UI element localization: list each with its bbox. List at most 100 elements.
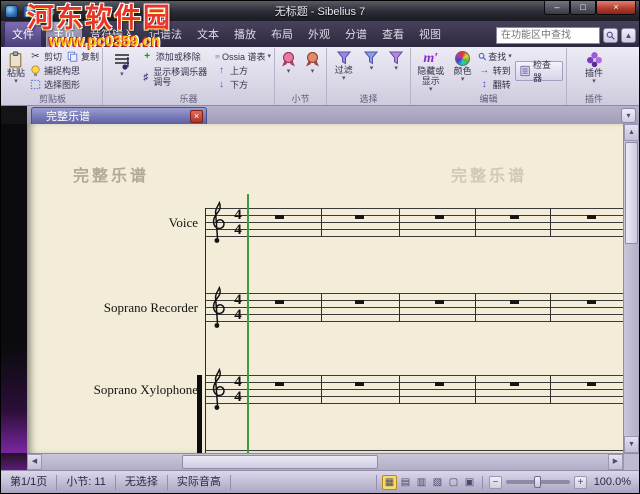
close-button[interactable]: × (596, 1, 636, 15)
barline[interactable] (550, 293, 551, 322)
status-pitch[interactable]: 实际音高 (168, 474, 231, 490)
advanced-filter-button[interactable]: ▾ (361, 49, 383, 93)
tab-close-icon[interactable]: × (190, 109, 203, 123)
ossia-staff-button[interactable]: Ossia 谱表 ▾ (215, 50, 271, 63)
view-mode-button[interactable]: ▤ (398, 475, 413, 490)
app-icon[interactable] (5, 4, 18, 18)
tab-text[interactable]: 文本 (190, 22, 226, 47)
barline[interactable] (399, 208, 400, 237)
whole-rest[interactable] (510, 215, 519, 219)
minimize-button[interactable]: – (544, 1, 570, 15)
flip-button[interactable]: ↕ 翻转 (478, 78, 512, 91)
tab-notations[interactable]: 记谱法 (142, 22, 189, 47)
delete-bar-button[interactable]: ▾ (302, 49, 323, 93)
view-mode-button[interactable]: ▣ (462, 475, 477, 490)
tab-view[interactable]: 视图 (412, 22, 448, 47)
staff-partial[interactable] (205, 450, 623, 453)
tab-review[interactable]: 查看 (375, 22, 411, 47)
barline[interactable] (321, 208, 322, 237)
horizontal-scrollbar[interactable]: ◀ ▶ (27, 453, 623, 470)
view-mode-button[interactable]: ▧ (430, 475, 445, 490)
time-signature[interactable]: 4 4 (232, 208, 244, 237)
staff-soprano-xylophone[interactable]: 4 4 (205, 367, 623, 410)
save-icon[interactable] (22, 4, 37, 19)
view-mode-button[interactable]: ▥ (414, 475, 429, 490)
barline[interactable] (475, 293, 476, 322)
whole-rest[interactable] (355, 300, 364, 304)
document-tab-full-score[interactable]: 完整乐谱 × (31, 107, 207, 124)
whole-rest[interactable] (275, 300, 284, 304)
select-graphic-button[interactable]: 选择图形 (29, 78, 99, 91)
whole-rest[interactable] (435, 382, 444, 386)
tab-file[interactable]: 文件 (4, 21, 42, 47)
tab-parts[interactable]: 分谱 (338, 22, 374, 47)
whole-rest[interactable] (355, 382, 364, 386)
whole-rest[interactable] (275, 382, 284, 386)
whole-rest[interactable] (435, 300, 444, 304)
whole-rest[interactable] (587, 215, 596, 219)
time-signature[interactable]: 4 4 (232, 293, 244, 322)
ossia-below-button[interactable]: ↓ 下方 (215, 78, 271, 91)
barline[interactable] (475, 375, 476, 404)
add-remove-instruments-button[interactable]: + 添加或移除 (141, 50, 212, 63)
whole-rest[interactable] (275, 215, 284, 219)
staff-soprano-recorder[interactable]: 4 4 (205, 285, 623, 328)
whole-rest[interactable] (510, 382, 519, 386)
time-signature[interactable]: 4 4 (232, 375, 244, 404)
ossia-above-button[interactable]: ↑ 上方 (215, 64, 271, 77)
find-button[interactable]: 查找 ▾ (478, 50, 512, 63)
capture-idea-button[interactable]: 捕捉构思 (29, 64, 99, 77)
change-instrument-button[interactable]: ▾ (106, 49, 138, 93)
add-bar-button[interactable]: ▾ (278, 49, 299, 93)
paste-button[interactable]: 粘贴 ▾ (6, 49, 26, 93)
tab-layout[interactable]: 布局 (264, 22, 300, 47)
inspector-button[interactable]: 检查器 (514, 60, 563, 83)
goto-button[interactable]: → 转到 (478, 64, 512, 77)
horizontal-scroll-thumb[interactable] (182, 455, 378, 469)
barline[interactable] (550, 208, 551, 237)
instrument-name-soprano-recorder[interactable]: Soprano Recorder (32, 300, 198, 316)
zoom-slider-thumb[interactable] (534, 476, 541, 488)
zoom-in-button[interactable]: + (574, 475, 587, 489)
vertical-scrollbar[interactable]: ▲ ▼ (623, 124, 639, 453)
scroll-right-icon[interactable]: ▶ (608, 454, 623, 470)
scroll-up-icon[interactable]: ▲ (624, 124, 639, 141)
hide-show-button[interactable]: m′ 隐藏或显示 ▾ (414, 49, 448, 93)
zoom-out-button[interactable]: − (489, 475, 502, 489)
tab-home[interactable]: 主页 (46, 22, 82, 47)
view-mode-button[interactable]: ▢ (446, 475, 461, 490)
filter-button[interactable]: 过滤 ▾ (330, 49, 358, 93)
search-icon[interactable] (603, 28, 618, 43)
barline[interactable] (321, 375, 322, 404)
ribbon-search-input[interactable] (496, 27, 600, 44)
plugins-button[interactable]: 插件 ▾ (577, 49, 611, 93)
tab-play[interactable]: 播放 (227, 22, 263, 47)
switch-tabs-button[interactable]: ▾ (621, 107, 636, 123)
color-button[interactable]: 颜色 ▾ (451, 49, 475, 93)
minimize-ribbon-button[interactable]: ▲ (621, 28, 636, 43)
copy-button[interactable]: 复制 (66, 50, 99, 63)
barline[interactable] (399, 375, 400, 404)
show-transposing-key-button[interactable]: ♯ 显示移调乐器调号 (141, 64, 212, 90)
cut-button[interactable]: ✂ 剪切 (29, 50, 62, 63)
whole-rest[interactable] (355, 215, 364, 219)
zoom-slider[interactable] (506, 476, 570, 488)
score-page[interactable]: 完整乐谱 完整乐谱 Voice 4 4 Soprano Recorder 4 4… (27, 124, 623, 453)
vertical-scroll-thumb[interactable] (625, 142, 638, 244)
tab-appearance[interactable]: 外观 (301, 22, 337, 47)
maximize-button[interactable]: □ (570, 1, 596, 15)
instrument-name-voice[interactable]: Voice (32, 215, 198, 231)
scroll-left-icon[interactable]: ◀ (27, 454, 42, 470)
filter-voices-button[interactable]: ▾ (385, 49, 407, 93)
staff-voice[interactable]: 4 4 (205, 200, 623, 243)
whole-rest[interactable] (587, 382, 596, 386)
whole-rest[interactable] (435, 215, 444, 219)
undo-icon[interactable] (41, 4, 56, 19)
barline[interactable] (475, 208, 476, 237)
whole-rest[interactable] (510, 300, 519, 304)
view-mode-pages-button[interactable]: ▦ (382, 474, 397, 490)
barline[interactable] (399, 293, 400, 322)
barline[interactable] (550, 375, 551, 404)
whole-rest[interactable] (587, 300, 596, 304)
instrument-name-soprano-xylophone[interactable]: Soprano Xylophone (32, 382, 198, 398)
